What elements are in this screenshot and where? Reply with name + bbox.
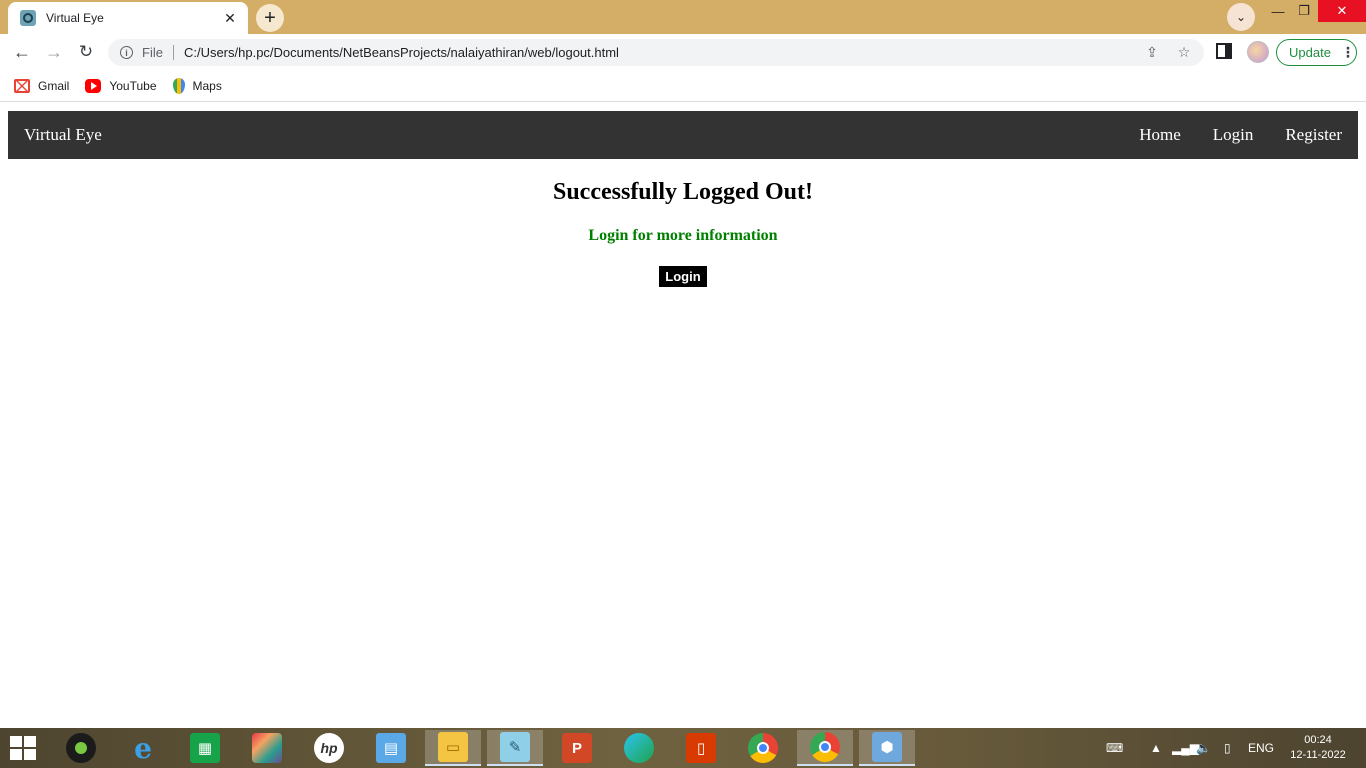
site-navbar: Virtual Eye Home Login Register: [8, 111, 1358, 159]
powerpoint-icon[interactable]: P: [549, 730, 605, 766]
login-button[interactable]: Login: [659, 266, 707, 287]
tab-strip: Virtual Eye ✕ + ⌄ — ❐ ✕: [0, 0, 1366, 34]
battery-icon[interactable]: ▯: [1224, 728, 1231, 768]
windows-start-icon[interactable]: [10, 736, 38, 760]
clock[interactable]: 00:24 12-11-2022: [1280, 733, 1356, 763]
notepad-icon[interactable]: ✎: [487, 730, 543, 766]
back-arrow-icon[interactable]: ←: [8, 38, 36, 66]
bookmark-label: Maps: [192, 78, 222, 93]
site-nav-links: Home Login Register: [1139, 125, 1342, 145]
virtualbox-icon[interactable]: ⬢: [859, 730, 915, 766]
language-indicator[interactable]: ENG: [1248, 728, 1274, 768]
site-brand[interactable]: Virtual Eye: [24, 125, 102, 145]
maps-icon: [172, 77, 185, 94]
nav-link-login[interactable]: Login: [1213, 125, 1254, 145]
touch-keyboard-icon[interactable]: ⌨: [1106, 728, 1123, 768]
clock-date: 12-11-2022: [1290, 749, 1346, 761]
bookmark-youtube[interactable]: YouTube: [85, 78, 157, 93]
nav-link-home[interactable]: Home: [1139, 125, 1181, 145]
gmail-icon: [14, 78, 30, 93]
update-button[interactable]: Update ⋮: [1276, 39, 1357, 66]
control-panel-icon[interactable]: ▤: [363, 730, 419, 766]
photo-app-icon[interactable]: [239, 730, 295, 766]
page-content: Virtual Eye Home Login Register Successf…: [0, 103, 1366, 728]
new-tab-button[interactable]: +: [256, 4, 284, 32]
reload-icon[interactable]: ↻: [72, 38, 100, 66]
menu-dots-icon[interactable]: ⋮: [1341, 44, 1355, 61]
bookmarks-bar: Gmail YouTube Maps: [0, 70, 1366, 102]
bookmark-label: Gmail: [38, 78, 70, 93]
bookmark-gmail[interactable]: Gmail: [14, 78, 70, 93]
network-icon[interactable]: ▂▄▆: [1172, 728, 1199, 768]
bookmark-label: YouTube: [109, 78, 157, 93]
taskbar: e ▦ hp ▤ ▭ ✎ P ▯ ⬢ ⌨ ▲ ▂▄▆ 🔈 ▯ ENG 00:24…: [0, 728, 1366, 768]
webcam-icon[interactable]: [53, 730, 109, 766]
internet-explorer-icon[interactable]: e: [115, 730, 171, 766]
side-panel-icon[interactable]: [1216, 43, 1232, 59]
clock-time: 00:24: [1304, 734, 1332, 746]
volume-icon[interactable]: 🔈: [1196, 728, 1211, 768]
edge-icon[interactable]: [611, 730, 667, 766]
page-subtitle: Login for more information: [588, 227, 778, 244]
office-icon[interactable]: ▯: [673, 730, 729, 766]
site-favicon-icon: [20, 10, 36, 26]
browser-toolbar: ← → ↻ i File C:/Users/hp.pc/Documents/Ne…: [0, 34, 1366, 70]
hp-icon[interactable]: hp: [301, 730, 357, 766]
show-hidden-icons-icon[interactable]: ▲: [1150, 728, 1162, 768]
chrome-icon[interactable]: [735, 730, 791, 766]
nav-link-register[interactable]: Register: [1285, 125, 1342, 145]
url-text[interactable]: C:/Users/hp.pc/Documents/NetBeansProject…: [184, 45, 1140, 60]
file-explorer-icon[interactable]: ▭: [425, 730, 481, 766]
address-bar[interactable]: i File C:/Users/hp.pc/Documents/NetBeans…: [108, 39, 1204, 66]
tab-close-icon[interactable]: ✕: [222, 10, 238, 26]
bookmark-maps[interactable]: Maps: [172, 77, 222, 94]
tab-search-chevron-icon[interactable]: ⌄: [1227, 3, 1255, 31]
update-label: Update: [1289, 45, 1331, 60]
profile-avatar[interactable]: [1247, 41, 1269, 63]
youtube-icon: [85, 78, 102, 93]
site-info-icon[interactable]: i: [120, 46, 133, 59]
tab-virtual-eye[interactable]: Virtual Eye ✕: [8, 2, 248, 34]
page-title: Successfully Logged Out!: [552, 179, 813, 205]
window-close-button[interactable]: ✕: [1318, 0, 1366, 22]
omnibox-divider: [172, 45, 174, 60]
scheme-label: File: [142, 45, 163, 60]
tab-title: Virtual Eye: [46, 11, 104, 25]
share-icon[interactable]: ⇪: [1140, 41, 1164, 65]
chrome-active-icon[interactable]: [797, 730, 853, 766]
forward-arrow-icon[interactable]: →: [40, 38, 68, 66]
bookmark-star-icon[interactable]: ☆: [1172, 41, 1196, 65]
store-icon[interactable]: ▦: [177, 730, 233, 766]
